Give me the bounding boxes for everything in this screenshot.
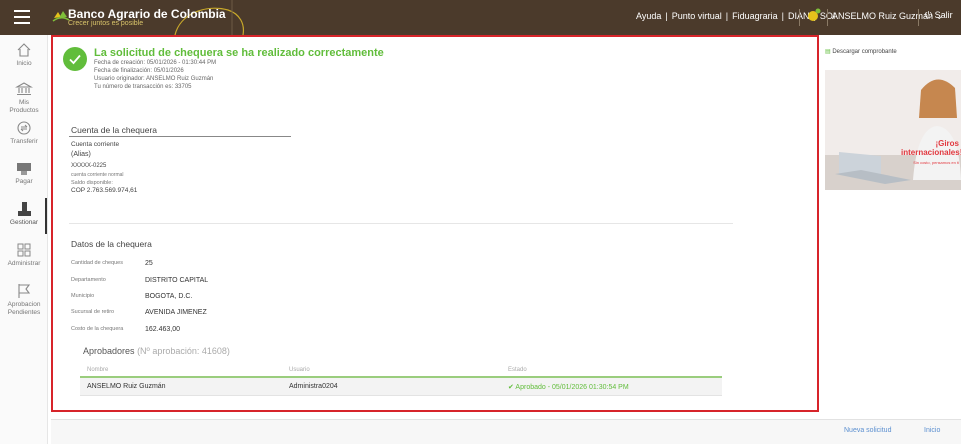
transfer-icon xyxy=(17,121,31,135)
home-icon xyxy=(17,43,31,57)
sidebar-item-transferir[interactable]: Transferir xyxy=(0,119,48,146)
sidebar-active-indicator xyxy=(45,198,47,234)
sidebar-item-label: Transferir xyxy=(10,138,38,145)
download-label: Descargar comprobante xyxy=(832,49,897,55)
logout-button[interactable]: ⏻ Salir xyxy=(925,10,953,21)
sidebar-item-gestionar[interactable]: Gestionar xyxy=(0,200,48,227)
sidebar-item-label: Aprobacion Pendientes xyxy=(7,301,41,316)
banner-title: ¡Giros internacionales! xyxy=(901,139,961,157)
logout-label: Salir xyxy=(934,10,953,20)
sidebar-item-label: Gestionar xyxy=(9,219,39,226)
account-section-title: Cuenta de la chequera xyxy=(71,125,158,135)
detail-value: BOGOTA, D.C. xyxy=(145,293,193,300)
grid-icon xyxy=(17,243,31,257)
detail-value: AVENIDA JIMENEZ xyxy=(145,309,207,316)
right-panel: ▤ Descargar comprobante ¡Giros internaci… xyxy=(821,35,961,412)
divider xyxy=(827,9,828,26)
balance-label: Saldo disponible: xyxy=(71,180,113,186)
approval-status: ✔ Aprobado - 05/01/2026 01:30:54 PM xyxy=(508,384,629,391)
home-link[interactable]: Inicio xyxy=(924,427,940,434)
sidebar-item-pagar[interactable]: Pagar xyxy=(0,159,48,186)
approval-number: (Nº aprobación: 41608) xyxy=(137,346,230,356)
section-underline xyxy=(69,136,291,137)
column-header: Estado xyxy=(508,367,527,373)
banner-subtitle: Sin costo, pensamos en ti xyxy=(913,160,959,165)
details-section-title: Datos de la chequera xyxy=(71,239,152,249)
link-fiduagraria[interactable]: Fiduagraria xyxy=(732,11,778,21)
bank-name: Banco Agrario de Colombia xyxy=(68,7,226,21)
sidebar-item-aprobacion-pendientes[interactable]: Aprobacion Pendientes xyxy=(0,282,48,317)
account-number: XXXXX-0225 xyxy=(71,163,107,169)
transaction-number: Tu número de transacción es: 33705 xyxy=(94,84,192,90)
sidebar-item-label: Mis Productos xyxy=(9,99,39,114)
section-divider xyxy=(69,223,733,224)
column-header: Nombre xyxy=(87,367,109,373)
balance-value: COP 2.763.569.974,61 xyxy=(71,187,138,194)
account-type: Cuenta corriente xyxy=(71,141,120,148)
new-request-link[interactable]: Nueva solicitud xyxy=(844,427,891,434)
detail-value: 25 xyxy=(145,260,153,267)
detail-label: Departamento xyxy=(71,277,106,283)
divider xyxy=(918,9,919,26)
detail-label: Cantidad de cheques xyxy=(71,260,123,266)
detail-label: Municipio xyxy=(71,293,95,299)
success-check-icon xyxy=(63,47,87,71)
detail-label: Costo de la chequera xyxy=(71,326,124,332)
column-header: Usuario xyxy=(289,367,310,373)
approvers-label: Aprobadores xyxy=(83,346,135,356)
document-icon: ▤ xyxy=(825,49,831,55)
divider xyxy=(799,9,800,26)
detail-label: Sucursal de retiro xyxy=(71,309,115,315)
detail-value: 162.463,00 xyxy=(145,326,181,333)
power-icon: ⏻ xyxy=(925,10,933,20)
download-receipt-link[interactable]: ▤ Descargar comprobante xyxy=(825,48,897,55)
finish-date: Fecha de finalización: 05/01/2026 xyxy=(94,68,184,74)
originating-user: Usuario originador: ANSELMO Ruiz Guzmán xyxy=(94,76,214,82)
link-ayuda[interactable]: Ayuda xyxy=(636,11,661,21)
approver-user: Administra0204 xyxy=(289,383,338,390)
sidebar-item-inicio[interactable]: Inicio xyxy=(0,41,48,68)
account-description: cuenta corriente normal xyxy=(71,172,124,178)
bank-slogan: Crecer juntos es posible xyxy=(68,20,144,27)
sidebar-item-mis-productos[interactable]: Mis Productos xyxy=(0,80,48,115)
flag-icon xyxy=(18,284,31,298)
top-links: Ayuda|Punto virtual|Fiduagraria|DIAN|SOI xyxy=(636,11,835,21)
sidebar: Inicio Mis Productos Transferir Pagar Ge… xyxy=(0,35,48,444)
notification-bell-icon[interactable] xyxy=(807,8,821,22)
sidebar-item-label: Pagar xyxy=(15,178,33,185)
sidebar-item-administrar[interactable]: Administrar xyxy=(0,241,48,268)
success-title: La solicitud de chequera se ha realizado… xyxy=(94,47,384,59)
creation-date: Fecha de creación: 05/01/2026 - 01:30:44… xyxy=(94,60,217,66)
approvers-title: Aprobadores (Nº aprobación: 41608) xyxy=(83,346,230,356)
hamburger-menu-icon[interactable] xyxy=(14,10,30,24)
approver-name: ANSELMO Ruiz Guzmán xyxy=(87,383,166,390)
detail-value: DISTRITO CAPITAL xyxy=(145,277,209,284)
sidebar-item-label: Administrar xyxy=(7,260,41,267)
footer-bar: Nueva solicitud Inicio xyxy=(51,419,961,444)
account-alias: (Alias) xyxy=(71,151,91,158)
manage-icon xyxy=(18,202,31,216)
bank-icon xyxy=(15,82,33,96)
sidebar-item-label: Inicio xyxy=(16,60,32,67)
link-punto-virtual[interactable]: Punto virtual xyxy=(672,11,722,21)
pay-icon xyxy=(17,163,31,175)
confirmation-panel: La solicitud de chequera se ha realizado… xyxy=(51,35,819,412)
top-bar: Banco Agrario de Colombia Crecer juntos … xyxy=(0,0,961,35)
promo-banner[interactable] xyxy=(825,70,961,190)
